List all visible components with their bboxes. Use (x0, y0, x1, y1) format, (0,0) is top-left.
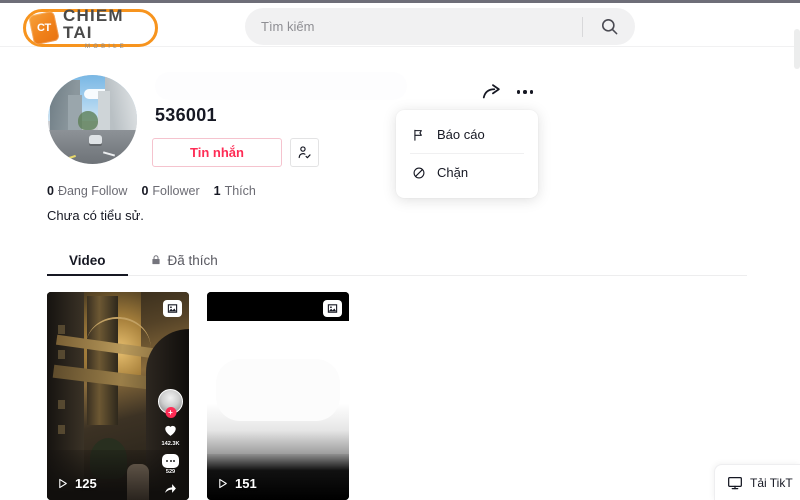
thumb-person (126, 464, 149, 500)
stat-followers[interactable]: 0 Follower (141, 184, 199, 198)
menu-item-label: Báo cáo (437, 127, 485, 142)
thumb-window (58, 350, 66, 360)
download-widget-label: Tải TikT (750, 475, 793, 490)
menu-item-block[interactable]: Chặn (396, 154, 538, 191)
more-dot (523, 90, 527, 94)
flag-icon (414, 129, 422, 141)
image-carousel-icon (327, 304, 338, 313)
video-thumbnail (207, 292, 349, 500)
thumb-highlight (215, 358, 341, 421)
video-side-rail: + 142.3K 529 (158, 389, 183, 498)
search-input[interactable] (245, 19, 582, 34)
search-bar[interactable] (245, 8, 635, 45)
block-icon (413, 167, 425, 178)
share-arrow-icon (482, 84, 500, 99)
play-count-value: 125 (75, 476, 97, 491)
rail-comment[interactable]: 529 (162, 454, 179, 475)
comment-dot (169, 460, 172, 462)
stat-value: 0 (141, 184, 149, 198)
tab-liked[interactable]: Đã thích (128, 245, 240, 275)
loading-skeleton (155, 72, 407, 100)
person-check-icon (298, 146, 311, 159)
site-header: CT CHIEM TAI MOBILE (0, 3, 800, 69)
video-play-count: 151 (216, 476, 257, 491)
menu-item-label: Chặn (437, 165, 469, 180)
message-button[interactable]: Tin nhắn (152, 138, 282, 167)
avatar[interactable] (48, 75, 137, 164)
rail-follow-plus[interactable]: + (165, 407, 176, 418)
rail-avatar[interactable]: + (158, 389, 183, 418)
search-icon (601, 18, 617, 35)
logo-title: CHIEM TAI (63, 5, 124, 42)
page-scrollbar[interactable] (794, 29, 800, 69)
comment-dot (173, 460, 176, 462)
logo-subtitle: MOBILE (85, 43, 127, 50)
thumb-window (58, 400, 66, 410)
more-options-menu: Báo cáo Chặn (396, 110, 538, 198)
stat-likes[interactable]: 1 Thích (214, 184, 256, 198)
profile-stats: 0 Đang Follow 0 Follower 1 Thích (47, 184, 256, 198)
heart-icon (161, 421, 180, 440)
play-count-value: 151 (235, 476, 257, 491)
play-icon (219, 478, 227, 489)
logo-badge-text: CT (37, 22, 51, 35)
follow-user-button[interactable] (290, 138, 319, 167)
site-logo[interactable]: CT CHIEM TAI MOBILE (23, 5, 158, 50)
download-app-widget[interactable]: Tải TikT (714, 464, 800, 500)
video-grid: + 142.3K 529 125 151 (47, 292, 349, 500)
search-button[interactable] (583, 8, 635, 45)
avatar-building (97, 91, 111, 136)
profile-username: 536001 (155, 105, 217, 125)
stat-value: 1 (213, 184, 221, 198)
thumb-window (58, 425, 66, 435)
stat-label: Đang Follow (57, 184, 128, 198)
comment-dot (165, 460, 168, 462)
avatar-car (88, 135, 102, 145)
more-dot (516, 90, 521, 94)
lock-icon (151, 255, 160, 265)
image-carousel-badge (323, 300, 342, 317)
menu-item-report[interactable]: Báo cáo (396, 116, 538, 153)
avatar-tree (78, 110, 98, 131)
comment-icon (162, 454, 179, 468)
stat-value: 0 (47, 184, 54, 198)
stat-label: Thích (224, 184, 256, 198)
rail-like-count: 142.3K (161, 441, 180, 447)
stat-following[interactable]: 0 Đang Follow (47, 184, 127, 198)
share-icon[interactable] (161, 479, 180, 498)
video-play-count: 125 (56, 476, 97, 491)
image-carousel-badge (163, 300, 182, 317)
thumb-window (58, 325, 66, 335)
logo-phone-icon: CT (28, 10, 60, 46)
rail-comment-count: 529 (165, 469, 176, 475)
share-button[interactable] (481, 81, 503, 103)
more-options-button[interactable] (513, 81, 537, 103)
rail-like[interactable]: 142.3K (161, 421, 180, 447)
profile-tabs: Video Đã thích (47, 245, 747, 276)
more-dot (529, 90, 534, 94)
tab-label: Video (69, 252, 106, 268)
tab-label: Đã thích (167, 252, 218, 268)
page-root: CT CHIEM TAI MOBILE Tìm kiếm 536001 Tin … (0, 0, 800, 500)
profile-bio: Chưa có tiểu sử. (47, 208, 144, 223)
stat-label: Follower (152, 184, 200, 198)
video-card[interactable]: 151 (207, 292, 349, 500)
video-card[interactable]: + 142.3K 529 125 (47, 292, 189, 500)
tab-video[interactable]: Video (47, 245, 128, 276)
image-carousel-icon (167, 304, 178, 313)
thumb-tower (86, 296, 118, 426)
play-icon (59, 478, 67, 489)
desktop-monitor-icon (728, 476, 742, 489)
